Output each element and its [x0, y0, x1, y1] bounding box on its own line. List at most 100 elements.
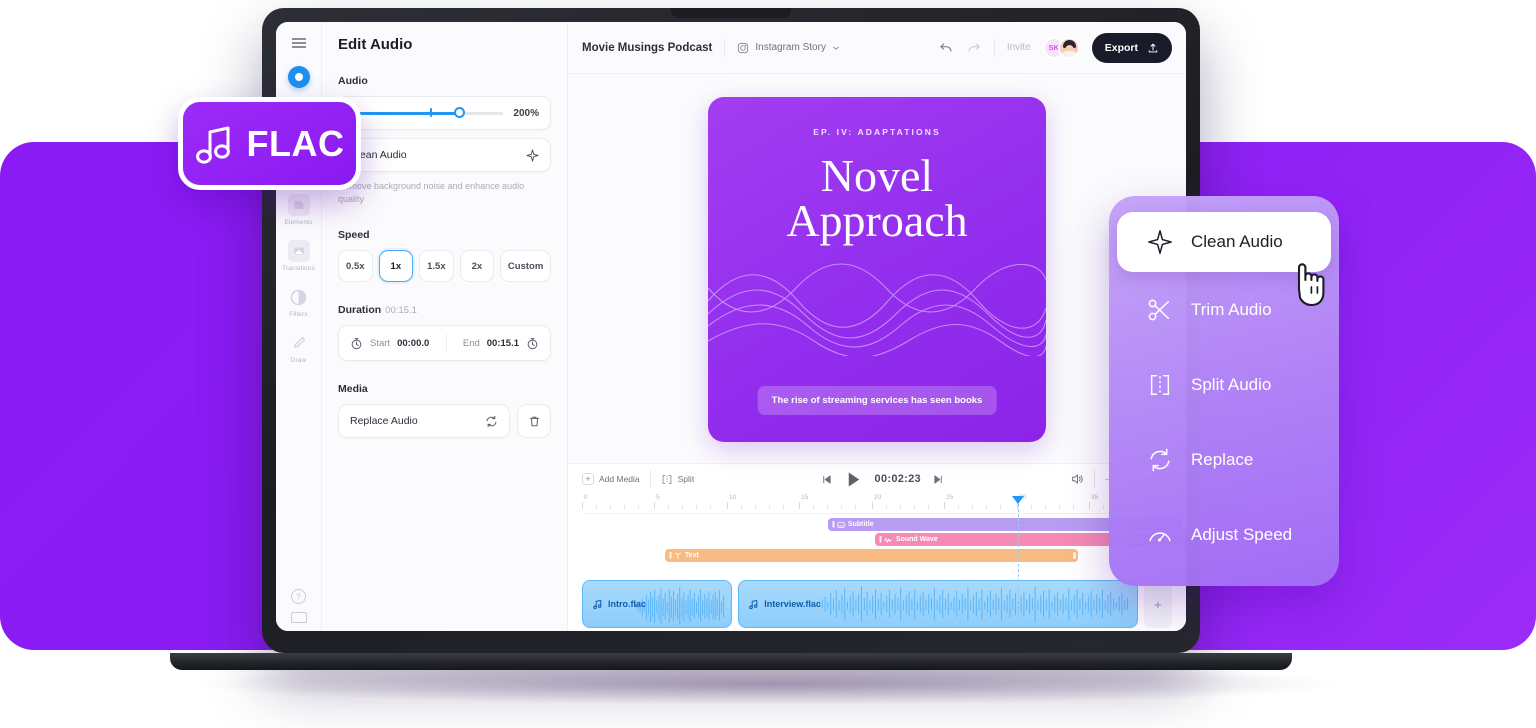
- sidebar-item-transitions[interactable]: Transitions: [276, 240, 322, 272]
- music-note-icon: [748, 599, 759, 610]
- volume-value: 200%: [513, 107, 539, 119]
- timeline-ruler[interactable]: 0 5 10 15 20 25 30 35: [582, 494, 1177, 622]
- speed-option-custom[interactable]: Custom: [500, 250, 551, 283]
- sparkle-icon: [1147, 229, 1173, 255]
- text-chip-icon: [674, 552, 682, 560]
- timeline-divider-1: [649, 470, 651, 488]
- clock-icon-end: [526, 337, 539, 350]
- list-item[interactable]: Intro.flac: [582, 580, 733, 628]
- skip-previous-icon[interactable]: [821, 474, 832, 485]
- volume-slider[interactable]: [350, 107, 504, 118]
- speed-section-label: Speed: [338, 229, 370, 242]
- split-brackets-icon: [1147, 372, 1173, 398]
- timeline-panel: + Add Media Split 00:02:23 0 5 10 15 20 …: [568, 463, 1186, 631]
- split-button[interactable]: Split: [661, 474, 695, 485]
- ruler-label-15: 15: [801, 494, 809, 501]
- sidebar-item-elements[interactable]: Elements: [276, 194, 322, 226]
- slider-fill: [350, 112, 461, 115]
- clip-grip-icon: ||: [669, 552, 672, 559]
- duration-start-group[interactable]: Start 00:00.0: [350, 337, 429, 350]
- clean-audio-button[interactable]: Clean Audio: [338, 138, 551, 172]
- duration-end-group[interactable]: End 00:15.1: [463, 337, 539, 350]
- chevron-down-icon: [832, 44, 840, 52]
- sidebar-item-media[interactable]: [276, 66, 322, 88]
- add-media-label: Add Media: [599, 474, 640, 484]
- plus-icon: +: [1154, 596, 1162, 612]
- table-row[interactable]: || Text: [665, 549, 1078, 562]
- speed-option-1[interactable]: 1x: [378, 250, 414, 283]
- canvas-title-line2: Approach: [786, 195, 968, 247]
- duration-section-label: Duration 00:15.1: [338, 304, 551, 316]
- split-label: Split: [677, 474, 695, 484]
- avatar-photo[interactable]: [1057, 36, 1080, 59]
- laptop-notch: [671, 8, 791, 18]
- music-note-icon: [592, 599, 603, 610]
- video-canvas[interactable]: EP. IV: ADAPTATIONS Novel Approach The r…: [708, 97, 1046, 442]
- playhead-triangle: [1012, 496, 1024, 504]
- aspect-ratio-selector[interactable]: Instagram Story: [737, 42, 840, 54]
- project-name[interactable]: Movie Musings Podcast: [582, 42, 712, 54]
- clip-trim-handle[interactable]: [1073, 552, 1076, 559]
- playhead[interactable]: [1012, 496, 1024, 622]
- ruler-label-5: 5: [656, 494, 660, 501]
- menu-label-clean-audio: Clean Audio: [1191, 232, 1283, 251]
- topbar-divider-1: [724, 38, 726, 57]
- transport-controls: 00:02:23: [704, 470, 1060, 489]
- flac-label: FLAC: [246, 122, 345, 164]
- instagram-icon: [737, 42, 749, 54]
- canvas-area: EP. IV: ADAPTATIONS Novel Approach The r…: [568, 74, 1186, 463]
- plus-icon: +: [582, 473, 594, 485]
- media-circle-icon: [287, 66, 310, 88]
- audio-clip-label: Interview.flac: [739, 599, 821, 610]
- speed-option-3[interactable]: 2x: [459, 250, 495, 283]
- page-title: Edit Audio: [338, 36, 413, 53]
- aspect-ratio-label: Instagram Story: [755, 42, 826, 53]
- timeline-toolbar: + Add Media Split 00:02:23: [568, 464, 1186, 494]
- audio-context-menu: Clean Audio Trim Audio Split Audio Repla…: [1109, 196, 1339, 586]
- media-actions: Replace Audio: [338, 404, 551, 439]
- clip-grip-icon: ||: [879, 536, 882, 543]
- speed-option-2[interactable]: 1.5x: [419, 250, 454, 283]
- sidebar-label-draw: Draw: [290, 357, 307, 364]
- laptop-mockup: Text Subtitles Elements: [170, 8, 1292, 670]
- menu-item-adjust-speed[interactable]: Adjust Speed: [1109, 497, 1339, 572]
- hand-cursor: [1289, 256, 1333, 308]
- audio-track-row: Intro.flac Interview.flac +: [582, 580, 1173, 628]
- add-media-button[interactable]: + Add Media: [582, 473, 640, 485]
- canvas-episode-label: EP. IV: ADAPTATIONS: [813, 127, 941, 137]
- filters-icon: [288, 286, 310, 308]
- replace-audio-button[interactable]: Replace Audio: [338, 404, 510, 439]
- laptop-lid: Text Subtitles Elements: [262, 8, 1200, 653]
- add-track-button[interactable]: +: [1143, 580, 1173, 628]
- menu-item-replace[interactable]: Replace: [1109, 422, 1339, 497]
- volume-slider-card[interactable]: 200%: [338, 96, 551, 130]
- export-button[interactable]: Export: [1091, 32, 1172, 63]
- slider-knob[interactable]: [454, 107, 466, 118]
- end-value: 00:15.1: [486, 337, 519, 349]
- keyboard-icon[interactable]: [290, 612, 307, 623]
- speaker-icon[interactable]: [1070, 472, 1084, 486]
- play-icon[interactable]: [844, 470, 863, 489]
- replace-audio-label: Replace Audio: [350, 415, 418, 428]
- menu-label-replace: Replace: [1191, 449, 1254, 469]
- sidebar-item-filters[interactable]: Filters: [276, 286, 322, 318]
- canvas-caption[interactable]: The rise of streaming services has seen …: [757, 386, 997, 415]
- sidebar-item-draw[interactable]: Draw: [276, 332, 322, 364]
- speed-option-0[interactable]: 0.5x: [338, 250, 373, 283]
- ruler-label-20: 20: [874, 494, 882, 501]
- skip-next-icon[interactable]: [933, 474, 944, 485]
- rail-bottom-group: ?: [290, 589, 307, 623]
- menu-item-split-audio[interactable]: Split Audio: [1109, 347, 1339, 422]
- refresh-icon: [485, 415, 498, 428]
- question-circle-icon[interactable]: ?: [291, 589, 306, 604]
- redo-arrow-icon[interactable]: [966, 40, 982, 56]
- duration-total: 00:15.1: [385, 305, 417, 317]
- speed-options: 0.5x 1x 1.5x 2x Custom: [338, 250, 551, 283]
- hamburger-icon[interactable]: [288, 32, 310, 54]
- invite-button[interactable]: Invite: [1007, 42, 1031, 53]
- undo-arrow-icon[interactable]: [938, 40, 954, 56]
- clip-label-soundwave: Sound Wave: [895, 536, 938, 543]
- delete-audio-button[interactable]: [517, 404, 551, 439]
- duration-text: Duration: [338, 304, 382, 317]
- list-item[interactable]: Interview.flac: [738, 580, 1138, 628]
